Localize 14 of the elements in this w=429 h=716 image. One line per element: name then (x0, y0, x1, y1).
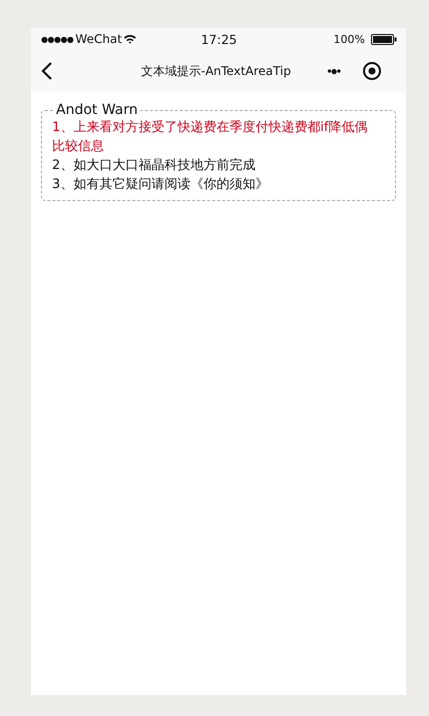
warn-line: 2、如大口大口福晶科技地方前完成 (52, 157, 256, 175)
more-button[interactable]: •●• (327, 64, 340, 78)
battery-percent: 100% (334, 32, 365, 46)
page-title: 文本域提示-AnTextAreaTip (141, 62, 291, 80)
target-icon[interactable] (362, 61, 382, 81)
wifi-icon (124, 34, 136, 44)
warn-legend: Andot Warn (54, 102, 140, 118)
signal-dots: ●●●●● (41, 34, 74, 44)
back-chevron-icon (41, 61, 53, 81)
warn-line: 3、如有其它疑问请阅读《你的须知》 (52, 176, 270, 194)
warn-line: 1、上来看对方接受了快递费在季度付快递费都if降低偶比较信息 (52, 119, 368, 156)
battery-icon (371, 34, 397, 44)
carrier-label: WeChat (75, 32, 122, 46)
clock-time: 17:25 (200, 32, 238, 46)
